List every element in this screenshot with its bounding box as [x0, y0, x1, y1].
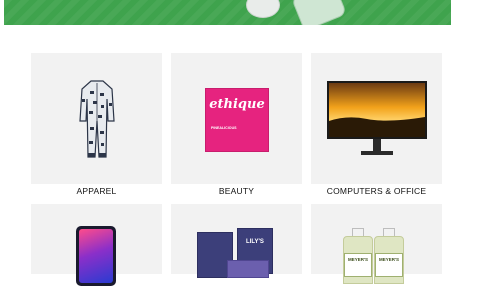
phone-screen: [79, 229, 113, 283]
category-tile-grocery[interactable]: LILY'S: [171, 204, 302, 278]
banner-pattern: [4, 0, 451, 25]
product-brand: ethique: [209, 97, 265, 112]
shampoo-bar-image: ethique PINEALICIOUS: [205, 88, 269, 152]
category-tile-computers[interactable]: [311, 53, 442, 184]
cleaner-bottle: MEYER'S: [343, 236, 373, 284]
product-name: PINEALICIOUS: [211, 126, 237, 130]
monitor-image: [327, 81, 427, 155]
category-tile-household[interactable]: MEYER'S MEYER'S: [311, 204, 442, 284]
category-label[interactable]: APPAREL: [31, 186, 162, 196]
promo-banner[interactable]: [4, 0, 451, 25]
cleaner-bottle: MEYER'S: [374, 236, 404, 284]
category-tile-beauty[interactable]: ethique PINEALICIOUS: [171, 53, 302, 184]
category-label[interactable]: COMPUTERS & OFFICE: [311, 186, 442, 196]
bottle-brand: MEYER'S: [378, 257, 400, 262]
chocolate-brand: LILY'S: [246, 239, 264, 245]
bottle-label: MEYER'S: [344, 253, 372, 277]
pajama-image: [79, 80, 115, 158]
bottle-label: MEYER'S: [375, 253, 403, 277]
smartphone-image: [76, 226, 116, 286]
category-label[interactable]: BEAUTY: [171, 186, 302, 196]
chocolate-image: LILY'S: [197, 228, 277, 278]
chocolate-bar: [227, 260, 269, 278]
category-tile-apparel[interactable]: [31, 53, 162, 184]
bottle-brand: MEYER'S: [347, 257, 369, 262]
category-tile-phones[interactable]: [31, 204, 162, 286]
